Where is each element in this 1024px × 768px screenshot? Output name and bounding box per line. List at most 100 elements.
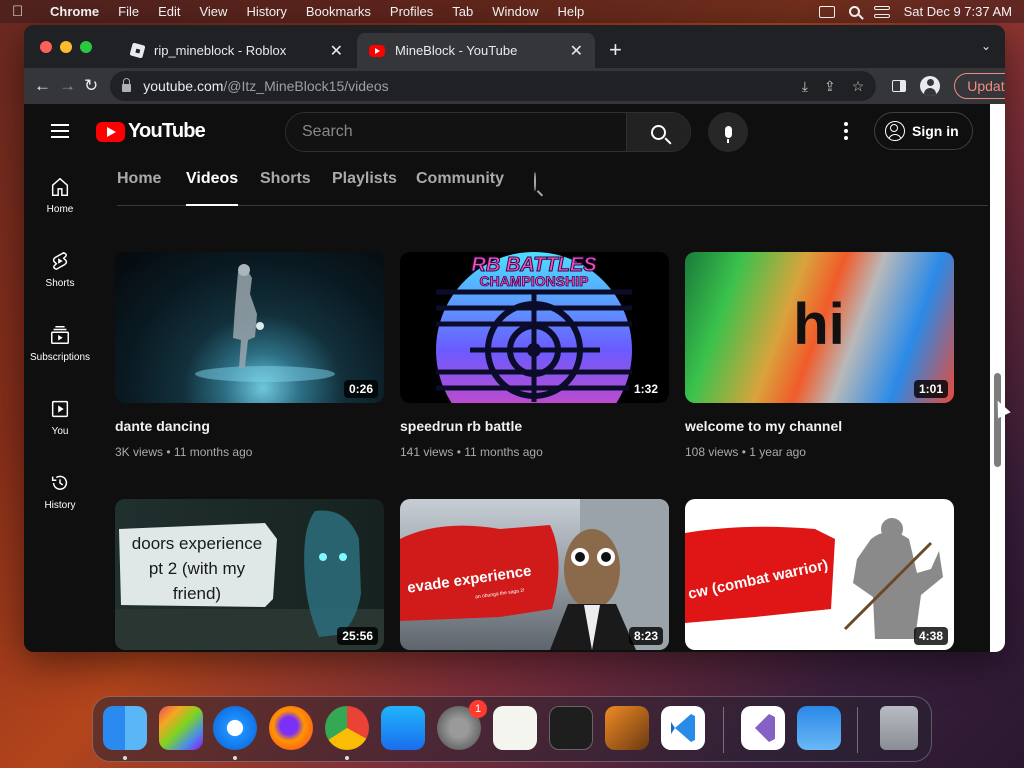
video-thumbnail[interactable]: doors experience pt 2 (with my friend) 2… <box>115 499 384 650</box>
lock-icon[interactable] <box>122 78 132 92</box>
address-bar[interactable]: youtube.com/@Itz_MineBlock15/videos ⤓ ⇪ … <box>110 71 877 101</box>
search-icon <box>651 124 666 140</box>
guide-item-home[interactable]: Home <box>24 160 96 234</box>
textedit-icon[interactable] <box>493 706 537 750</box>
chrome-icon[interactable] <box>325 706 369 750</box>
video-thumbnail[interactable]: evade experience an obunga the saga 2! 8… <box>400 499 669 650</box>
tab-shorts[interactable]: Shorts <box>260 170 311 206</box>
close-tab-icon[interactable]: ✕ <box>330 41 343 61</box>
minimize-window-button[interactable] <box>60 41 72 53</box>
launchpad-icon[interactable] <box>159 706 203 750</box>
new-tab-icon[interactable]: + <box>609 37 622 63</box>
browser-toolbar: ← → ↻ youtube.com/@Itz_MineBlock15/video… <box>24 68 1005 104</box>
weather-icon[interactable] <box>797 706 841 750</box>
dock-separator <box>857 707 858 753</box>
safari-icon[interactable] <box>213 706 257 750</box>
menu-bookmarks[interactable]: Bookmarks <box>306 4 371 19</box>
scrollbar-thumb[interactable] <box>994 373 1001 467</box>
side-panel-icon[interactable] <box>892 80 907 92</box>
guide-item-subscriptions[interactable]: Subscriptions <box>24 308 96 382</box>
bookmark-star-icon[interactable]: ☆ <box>852 78 865 95</box>
video-title[interactable]: speedrun rb battle <box>400 418 669 434</box>
finder-icon[interactable] <box>103 706 147 750</box>
video-card[interactable]: cw (combat warrior) 4:38 <box>685 499 954 650</box>
thumb-text-championship: CHAMPIONSHIP <box>480 273 589 289</box>
tab-youtube[interactable]: MineBlock - YouTube ✕ <box>357 33 595 68</box>
tab-playlists[interactable]: Playlists <box>332 170 397 206</box>
firefox-icon[interactable] <box>269 706 313 750</box>
video-title[interactable]: dante dancing <box>115 418 384 434</box>
tab-videos[interactable]: Videos <box>186 170 239 206</box>
video-card[interactable]: doors experience pt 2 (with my friend) 2… <box>115 499 384 650</box>
video-age: 11 months ago <box>464 445 543 459</box>
close-tab-icon[interactable]: ✕ <box>570 41 583 61</box>
running-indicator <box>345 756 349 760</box>
menu-profiles[interactable]: Profiles <box>390 4 433 19</box>
tab-community[interactable]: Community <box>416 170 504 206</box>
menu-tab[interactable]: Tab <box>452 4 473 19</box>
vscode-icon[interactable] <box>661 706 705 750</box>
video-thumbnail[interactable]: 0:26 <box>115 252 384 403</box>
video-card[interactable]: evade experience an obunga the saga 2! 8… <box>400 499 669 650</box>
subscriptions-icon <box>49 324 71 346</box>
sign-in-button[interactable]: Sign in <box>874 112 973 150</box>
crosshair-logo-image: RB BATTLES CHAMPIONSHIP <box>436 252 632 403</box>
video-thumbnail[interactable]: hi 1:01 <box>685 252 954 403</box>
menu-edit[interactable]: Edit <box>158 4 180 19</box>
update-button[interactable]: Update ⋮ <box>954 73 1005 99</box>
menu-window[interactable]: Window <box>492 4 538 19</box>
apple-menu-icon[interactable]:  <box>12 3 32 20</box>
video-card[interactable]: hi 1:01 welcome to my channel 108 views … <box>685 252 954 459</box>
evade-thumbnail-image: evade experience an obunga the saga 2! <box>400 499 669 650</box>
forward-arrow-icon[interactable]: → <box>59 73 76 99</box>
video-duration: 4:38 <box>913 627 948 645</box>
youtube-page: YouTube Sign in Home <box>24 104 990 652</box>
system-settings-icon[interactable]: 1 <box>437 700 487 750</box>
zoom-window-button[interactable] <box>80 41 92 53</box>
masthead: YouTube Sign in <box>24 104 990 160</box>
spotlight-icon[interactable] <box>848 6 860 17</box>
youtube-logo[interactable]: YouTube <box>96 120 206 143</box>
dock-separator <box>723 707 724 753</box>
video-card[interactable]: RB BATTLES CHAMPIONSHIP 1:32 speedrun rb… <box>400 252 669 459</box>
video-thumbnail[interactable]: cw (combat warrior) 4:38 <box>685 499 954 650</box>
garageband-icon[interactable] <box>605 706 649 750</box>
close-window-button[interactable] <box>40 41 52 53</box>
page-scrollbar[interactable] <box>990 104 1005 652</box>
video-card[interactable]: 0:26 dante dancing 3K views • 11 months … <box>115 252 384 459</box>
back-arrow-icon[interactable]: ← <box>34 73 51 99</box>
voice-search-button[interactable] <box>708 112 748 152</box>
app-store-icon[interactable] <box>381 706 425 750</box>
install-app-icon[interactable]: ⤓ <box>802 78 808 95</box>
menu-help[interactable]: Help <box>558 4 585 19</box>
video-thumbnail[interactable]: RB BATTLES CHAMPIONSHIP 1:32 <box>400 252 669 403</box>
menu-history[interactable]: History <box>246 4 286 19</box>
guide-item-history[interactable]: History <box>24 456 96 530</box>
menu-file[interactable]: File <box>118 4 139 19</box>
search-button[interactable] <box>626 113 690 151</box>
visual-studio-icon[interactable] <box>741 706 785 750</box>
notification-badge: 1 <box>469 700 487 718</box>
search-input[interactable] <box>286 113 626 151</box>
tab-roblox[interactable]: rip_mineblock - Roblox ✕ <box>119 33 355 68</box>
screen-mirroring-icon[interactable] <box>818 5 835 18</box>
settings-more-icon[interactable] <box>844 122 848 140</box>
guide-item-you[interactable]: You <box>24 382 96 456</box>
video-title[interactable]: welcome to my channel <box>685 418 954 434</box>
tab-home[interactable]: Home <box>117 170 161 206</box>
terminal-icon[interactable] <box>549 706 593 750</box>
channel-search-button[interactable] <box>534 172 536 191</box>
menu-view[interactable]: View <box>199 4 227 19</box>
trash-icon[interactable] <box>880 706 918 750</box>
share-icon[interactable]: ⇪ <box>824 78 836 95</box>
menu-app-name[interactable]: Chrome <box>50 4 99 19</box>
guide-item-shorts[interactable]: Shorts <box>24 234 96 308</box>
video-duration: 0:26 <box>343 380 378 398</box>
video-duration: 25:56 <box>337 627 378 645</box>
menu-icon[interactable] <box>51 124 69 138</box>
menu-clock[interactable]: Sat Dec 9 7:37 AM <box>904 4 1012 19</box>
control-center-icon[interactable] <box>873 5 890 18</box>
reload-icon[interactable]: ↻ <box>84 73 98 99</box>
profile-icon[interactable] <box>920 76 941 96</box>
chevron-down-icon[interactable]: ⌄ <box>981 39 991 53</box>
